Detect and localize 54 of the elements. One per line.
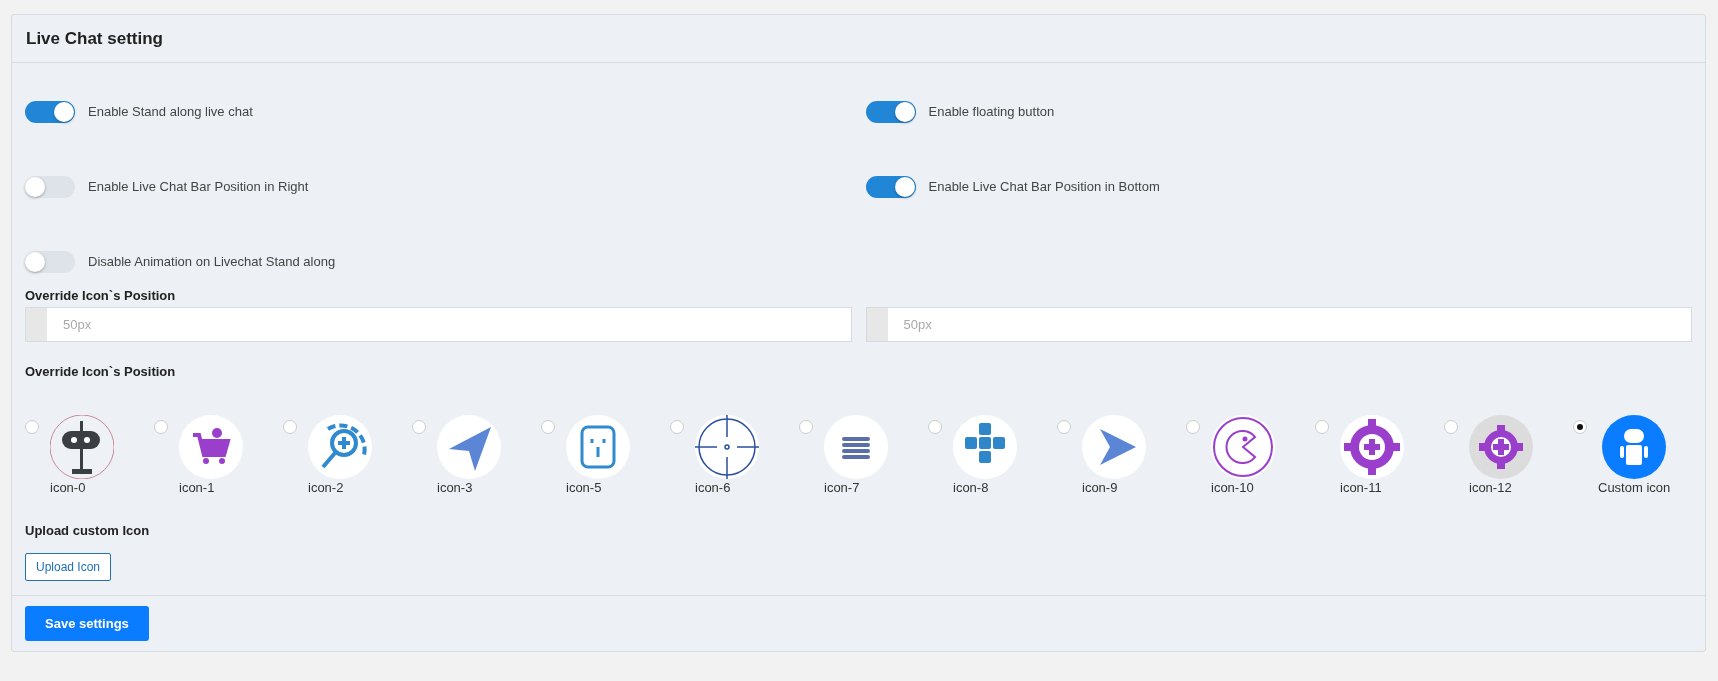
icon-label: icon-0	[50, 480, 86, 495]
toggle-switch[interactable]	[25, 250, 75, 273]
radio-button[interactable]	[154, 420, 168, 434]
save-button[interactable]: Save settings	[25, 606, 149, 641]
magnifier-icon[interactable]	[308, 415, 372, 479]
icon-label: Custom icon	[1598, 480, 1671, 495]
radio-button[interactable]	[799, 420, 813, 434]
toggle-switch[interactable]	[865, 175, 916, 198]
section-label: Override Icon`s Position	[25, 288, 177, 303]
toggle-label: Enable Live Chat Bar Position in Bottom	[928, 179, 1160, 194]
robot-icon[interactable]	[50, 415, 114, 479]
play-icon[interactable]	[1082, 415, 1146, 479]
section-label: Override Icon`s Position	[25, 364, 177, 379]
toggle-label: Disable Animation on Livechat Stand along	[88, 254, 336, 269]
icon-label: icon-11	[1340, 480, 1382, 495]
gear-icon[interactable]	[1340, 415, 1404, 479]
radio-button[interactable]	[928, 420, 942, 434]
icon-label: icon-12	[1469, 480, 1512, 495]
icon-label: icon-9	[1082, 480, 1118, 495]
icon-label: icon-2	[308, 480, 344, 495]
radio-button[interactable]	[1444, 420, 1458, 434]
pacman-icon[interactable]	[1211, 415, 1275, 479]
list-icon[interactable]	[824, 415, 888, 479]
radio-button[interactable]	[1573, 420, 1587, 434]
radio-button[interactable]	[25, 420, 39, 434]
plus-icon[interactable]	[953, 415, 1017, 479]
icon-label: icon-10	[1211, 480, 1254, 495]
toggle-switch[interactable]	[865, 100, 916, 123]
radio-button[interactable]	[412, 420, 426, 434]
radio-button[interactable]	[541, 420, 555, 434]
toggle-label: Enable Stand along live chat	[88, 104, 253, 119]
radio-button[interactable]	[283, 420, 297, 434]
toggle-label: Enable floating button	[928, 104, 1055, 119]
radio-button[interactable]	[1057, 420, 1071, 434]
gear-icon[interactable]	[1469, 415, 1533, 479]
section-label: Upload custom Icon	[25, 523, 151, 538]
cart-icon[interactable]	[179, 415, 243, 479]
icon-label: icon-1	[179, 480, 215, 495]
radio-button[interactable]	[1315, 420, 1329, 434]
icon-label: icon-7	[824, 480, 860, 495]
panel-title: Live Chat setting	[26, 28, 163, 49]
toggle-switch[interactable]	[25, 175, 75, 198]
toggle-switch[interactable]	[25, 100, 75, 123]
toggle-label: Enable Live Chat Bar Position in Right	[88, 179, 309, 194]
radio-button[interactable]	[670, 420, 684, 434]
icon-label: icon-6	[695, 480, 731, 495]
paper-plane-icon[interactable]	[437, 415, 501, 479]
upload-button[interactable]: Upload Icon	[25, 553, 112, 581]
icon-label: icon-3	[437, 480, 473, 495]
radio-button[interactable]	[1186, 420, 1200, 434]
face-icon[interactable]	[566, 415, 630, 479]
crosshair-icon[interactable]	[695, 415, 759, 479]
icon-label: icon-5	[566, 480, 602, 495]
icon-label: icon-8	[953, 480, 989, 495]
